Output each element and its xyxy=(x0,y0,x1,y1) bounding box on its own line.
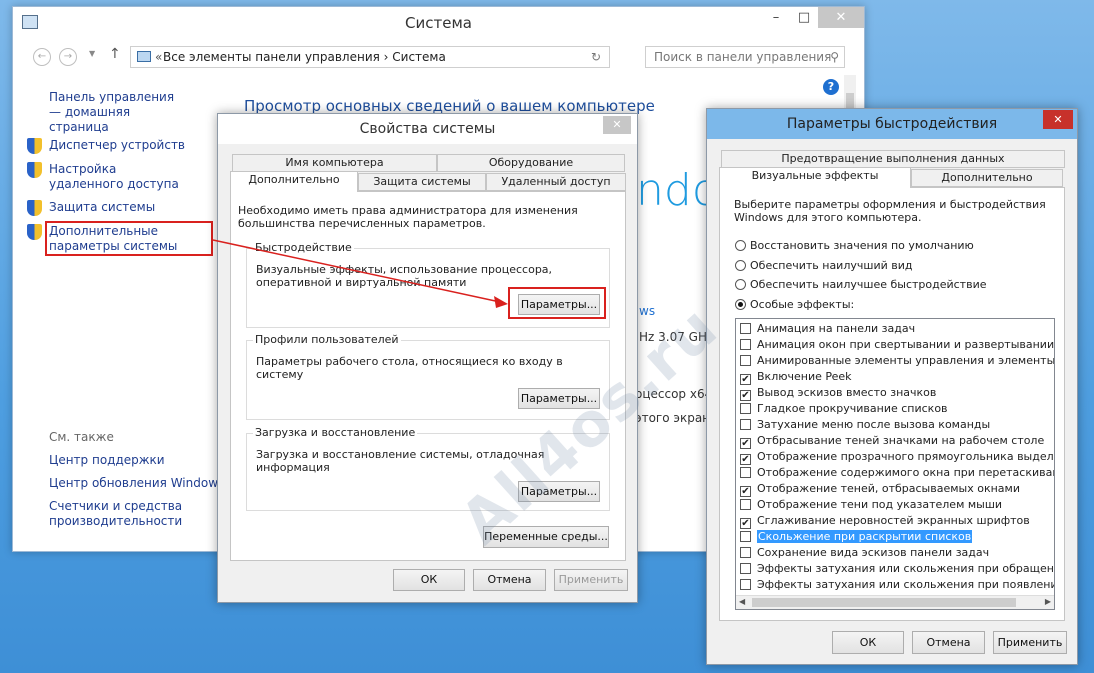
effect-item[interactable]: Скольжение при раскрытии списков xyxy=(740,529,973,544)
effect-checkbox[interactable]: ✔ xyxy=(740,454,751,465)
radio-button[interactable] xyxy=(735,279,746,290)
effect-label: Вывод эскизов вместо значков xyxy=(757,386,937,399)
effect-label: Скольжение при раскрытии списков xyxy=(757,530,973,543)
effect-checkbox[interactable]: ✔ xyxy=(740,518,751,529)
effect-label: Эффекты затухания или скольжения при поя… xyxy=(757,578,1054,591)
effect-checkbox[interactable] xyxy=(740,531,751,542)
effects-list[interactable]: Анимация на панели задач Анимация окон пр… xyxy=(735,318,1055,610)
effect-item[interactable]: Анимация окон при свертывании и разверты… xyxy=(740,337,1054,352)
radio-best-performance[interactable]: Обеспечить наилучшее быстродействие xyxy=(735,278,986,291)
scroll-left-icon[interactable]: ◀ xyxy=(739,597,745,606)
tab-visual-effects[interactable]: Визуальные эффекты xyxy=(719,167,911,188)
radio-label: Восстановить значения по умолчанию xyxy=(750,239,974,252)
effect-item[interactable]: Затухание меню после вызова команды xyxy=(740,417,990,432)
radio-best-appearance[interactable]: Обеспечить наилучший вид xyxy=(735,259,912,272)
tab-remote[interactable]: Удаленный доступ xyxy=(486,173,626,191)
effect-item[interactable]: Анимированные элементы управления и элем… xyxy=(740,353,1055,368)
effect-checkbox[interactable] xyxy=(740,579,751,590)
effect-item[interactable]: Гладкое прокручивание списков xyxy=(740,401,948,416)
effect-label: Эффекты затухания или скольжения при обр… xyxy=(757,562,1054,575)
effect-item[interactable]: ✔ Отображение теней, отбрасываемых окнами xyxy=(740,481,1020,497)
dialog-title: Параметры быстродействия xyxy=(707,109,1077,139)
effect-checkbox[interactable] xyxy=(740,403,751,414)
effect-item[interactable]: ✔ Сглаживание неровностей экранных шрифто… xyxy=(740,513,1030,529)
effect-item[interactable]: ✔ Вывод эскизов вместо значков xyxy=(740,385,937,401)
scroll-thumb[interactable] xyxy=(752,598,1016,607)
apply-button[interactable]: Применить xyxy=(993,631,1067,654)
radio-custom[interactable]: Особые эффекты: xyxy=(735,298,854,311)
effect-checkbox[interactable] xyxy=(740,563,751,574)
effect-item[interactable]: Эффекты затухания или скольжения при обр… xyxy=(740,561,1054,576)
effect-item[interactable]: ✔ Отбрасывание теней значками на рабочем … xyxy=(740,433,1045,449)
tab-advanced[interactable]: Дополнительно xyxy=(911,169,1063,187)
effect-label: Отображение тени под указателем мыши xyxy=(757,498,1003,511)
effect-checkbox[interactable] xyxy=(740,547,751,558)
effect-item[interactable]: ✔ Включение Peek xyxy=(740,369,852,385)
effect-checkbox[interactable] xyxy=(740,467,751,478)
effect-checkbox[interactable] xyxy=(740,419,751,430)
effect-label: Сохранение вида эскизов панели задач xyxy=(757,546,990,559)
effect-item[interactable]: Отображение содержимого окна при перетас… xyxy=(740,465,1055,480)
effect-label: Отображение прозрачного прямоугольника в… xyxy=(757,450,1055,463)
effect-checkbox[interactable]: ✔ xyxy=(740,486,751,497)
effect-item[interactable]: Эффекты затухания или скольжения при поя… xyxy=(740,577,1054,592)
radio-label: Обеспечить наилучшее быстродействие xyxy=(750,278,987,291)
effect-checkbox[interactable]: ✔ xyxy=(740,374,751,385)
effect-label: Отображение теней, отбрасываемых окнами xyxy=(757,482,1020,495)
effect-label: Анимация окон при свертывании и разверты… xyxy=(757,338,1055,351)
radio-button[interactable] xyxy=(735,260,746,271)
tab-system-protection[interactable]: Защита системы xyxy=(358,173,486,191)
effect-label: Затухание меню после вызова команды xyxy=(757,418,991,431)
effect-checkbox[interactable] xyxy=(740,355,751,366)
effect-label: Отбрасывание теней значками на рабочем с… xyxy=(757,434,1045,447)
effect-checkbox[interactable]: ✔ xyxy=(740,438,751,449)
effects-intro: Выберите параметры оформления и быстроде… xyxy=(734,198,1046,224)
tab-advanced[interactable]: Дополнительно xyxy=(230,171,358,192)
effect-checkbox[interactable] xyxy=(740,499,751,510)
effect-label: Гладкое прокручивание списков xyxy=(757,402,948,415)
ok-button[interactable]: ОК xyxy=(832,631,904,654)
effect-item[interactable]: Анимация на панели задач xyxy=(740,321,915,336)
horizontal-scrollbar[interactable]: ◀ ▶ xyxy=(736,595,1054,609)
radio-label: Особые эффекты: xyxy=(750,298,855,311)
effect-item[interactable]: ✔ Отображение прозрачного прямоугольника … xyxy=(740,449,1055,465)
effect-label: Отображение содержимого окна при перетас… xyxy=(757,466,1055,479)
radio-label: Обеспечить наилучший вид xyxy=(750,259,913,272)
close-button[interactable]: ✕ xyxy=(1043,110,1073,129)
performance-options-dialog: Параметры быстродействия ✕ Предотвращени… xyxy=(706,108,1078,665)
effect-checkbox[interactable] xyxy=(740,339,751,350)
effect-item[interactable]: Сохранение вида эскизов панели задач xyxy=(740,545,989,560)
effect-item[interactable]: Отображение тени под указателем мыши xyxy=(740,497,1002,512)
cancel-button[interactable]: Отмена xyxy=(912,631,985,654)
tab-dep[interactable]: Предотвращение выполнения данных xyxy=(721,150,1065,168)
radio-default[interactable]: Восстановить значения по умолчанию xyxy=(735,239,974,252)
radio-button[interactable] xyxy=(735,299,746,310)
effect-label: Анимированные элементы управления и элем… xyxy=(757,354,1055,367)
effect-label: Анимация на панели задач xyxy=(757,322,916,335)
effect-label: Включение Peek xyxy=(757,370,852,383)
effect-label: Сглаживание неровностей экранных шрифтов xyxy=(757,514,1030,527)
effect-checkbox[interactable]: ✔ xyxy=(740,390,751,401)
radio-button[interactable] xyxy=(735,240,746,251)
scroll-right-icon[interactable]: ▶ xyxy=(1045,597,1051,606)
effect-checkbox[interactable] xyxy=(740,323,751,334)
